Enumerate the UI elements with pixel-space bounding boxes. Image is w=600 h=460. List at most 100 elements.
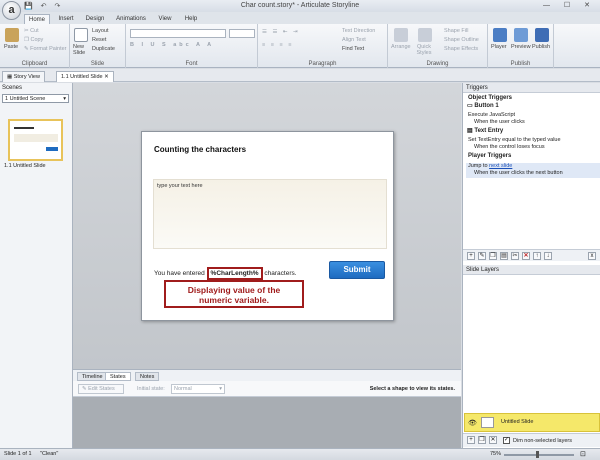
duplicate-layer-icon[interactable]: ❐ bbox=[478, 436, 486, 444]
slide-thumbnail[interactable] bbox=[8, 119, 63, 161]
list-buttons[interactable]: ☰ ☰ ⇤ ⇥ bbox=[262, 29, 300, 35]
document-tabs: ▦ Story View 1.1 Untitled Slide ✕ bbox=[0, 69, 600, 82]
initial-state-label: Initial state: bbox=[137, 386, 165, 392]
tab-design[interactable]: Design bbox=[82, 14, 108, 24]
slide-title[interactable]: Counting the characters bbox=[154, 145, 246, 154]
trigger-execute-js[interactable]: Execute JavaScript bbox=[468, 112, 515, 118]
duplicate-button[interactable]: Duplicate bbox=[92, 46, 115, 52]
window-controls[interactable]: — ☐ ✕ bbox=[543, 1, 596, 9]
publish-group: Player Preview Publish Publish bbox=[488, 24, 554, 68]
submit-button[interactable]: Submit bbox=[329, 261, 385, 279]
story-view-label: Story View bbox=[13, 74, 40, 80]
move-down-icon[interactable]: ↓ bbox=[544, 252, 552, 260]
trigger-object-button[interactable]: ▭ Button 1 bbox=[467, 102, 499, 109]
next-slide-link[interactable]: next slide bbox=[489, 163, 512, 169]
tab-notes[interactable]: Notes bbox=[135, 372, 160, 381]
scissors-icon: ✂ bbox=[24, 28, 29, 34]
initial-state-select[interactable]: Normal ▾ bbox=[171, 384, 225, 394]
cut-trigger-icon[interactable]: ✂ bbox=[511, 252, 519, 260]
variables-icon[interactable]: x bbox=[588, 252, 596, 260]
brush-icon: ✎ bbox=[24, 46, 29, 52]
paste-icon[interactable] bbox=[5, 28, 19, 42]
scene-select[interactable]: 1 Untitled Scene ▾ bbox=[2, 94, 69, 103]
copy-trigger-icon[interactable]: ❐ bbox=[489, 252, 497, 260]
shape-fill-button[interactable]: Shape Fill bbox=[444, 28, 468, 34]
new-slide-icon[interactable] bbox=[74, 28, 88, 42]
layout-button[interactable]: Layout bbox=[92, 28, 109, 34]
eye-icon[interactable]: 👁 bbox=[468, 419, 477, 427]
quick-styles-icon[interactable] bbox=[418, 28, 432, 42]
arrange-button[interactable]: Arrange bbox=[391, 44, 411, 50]
align-text-button[interactable]: Align Text bbox=[342, 37, 366, 43]
zoom-slider-thumb[interactable] bbox=[536, 451, 539, 458]
chevron-down-icon: ▾ bbox=[219, 386, 222, 392]
arrange-icon[interactable] bbox=[394, 28, 408, 42]
layer-row-base[interactable]: 👁 Untitled Slide bbox=[464, 413, 600, 432]
font-family-combo[interactable] bbox=[130, 29, 226, 38]
new-layer-icon[interactable]: + bbox=[467, 436, 475, 444]
slide-thumbnail-label: 1.1 Untitled Slide bbox=[4, 163, 46, 169]
zoom-slider[interactable] bbox=[504, 454, 574, 456]
tab-help[interactable]: Help bbox=[180, 14, 202, 24]
story-view-icon: ▦ bbox=[7, 74, 13, 80]
pencil-icon: ✎ bbox=[82, 386, 87, 392]
callout-annotation: Displaying value of the numeric variable… bbox=[164, 280, 304, 308]
font-style-buttons[interactable]: B I U S abc A A bbox=[130, 42, 214, 48]
character-count-text[interactable]: You have entered %CharLength% characters… bbox=[154, 267, 297, 280]
preview-button[interactable]: Preview bbox=[511, 44, 531, 50]
copy-button[interactable]: ❐ Copy bbox=[24, 37, 43, 43]
delete-trigger-icon[interactable]: ✕ bbox=[522, 252, 530, 260]
text-direction-button[interactable]: Text Direction bbox=[342, 28, 375, 34]
tab-story-view[interactable]: ▦ Story View bbox=[2, 71, 45, 82]
app-menu-button[interactable]: a bbox=[2, 1, 21, 20]
dim-layers-label: Dim non-selected layers bbox=[513, 438, 572, 444]
entered-suffix: characters. bbox=[264, 270, 297, 277]
move-up-icon[interactable]: ↑ bbox=[533, 252, 541, 260]
trigger-jump-to[interactable]: Jump to next slide bbox=[468, 163, 512, 169]
edit-trigger-icon[interactable]: ✎ bbox=[478, 252, 486, 260]
new-trigger-icon[interactable]: + bbox=[467, 252, 475, 260]
tab-states[interactable]: States bbox=[105, 372, 131, 381]
chevron-down-icon: ▾ bbox=[63, 96, 66, 102]
slide-layers-header: Slide Layers bbox=[463, 265, 600, 275]
button-object-label: Button 1 bbox=[474, 103, 499, 109]
reset-button[interactable]: Reset bbox=[92, 37, 106, 43]
player-icon[interactable] bbox=[493, 28, 507, 42]
close-icon[interactable]: ✕ bbox=[104, 74, 109, 80]
triggers-header: Triggers bbox=[463, 83, 600, 93]
delete-layer-icon[interactable]: ✕ bbox=[489, 436, 497, 444]
tab-insert[interactable]: Insert bbox=[54, 14, 78, 24]
format-painter-button[interactable]: ✎ Format Painter bbox=[24, 46, 67, 52]
tab-view[interactable]: View bbox=[154, 14, 176, 24]
new-slide-button[interactable]: New Slide bbox=[73, 44, 91, 56]
fit-to-window-icon[interactable]: ⊡ bbox=[580, 450, 586, 458]
trigger-set-variable[interactable]: Set TextEntry equal to the typed value bbox=[468, 137, 561, 143]
ribbon: Paste ✂ Cut ❐ Copy ✎ Format Painter Clip… bbox=[0, 24, 600, 68]
publish-button[interactable]: Publish bbox=[532, 44, 550, 50]
quick-styles-button[interactable]: Quick Styles bbox=[414, 44, 434, 56]
edit-states-label: Edit States bbox=[88, 386, 115, 392]
publish-icon[interactable] bbox=[535, 28, 549, 42]
states-panel: Timeline States Notes ✎ Edit States Init… bbox=[73, 369, 461, 449]
tab-animations[interactable]: Animations bbox=[112, 14, 150, 24]
shape-outline-button[interactable]: Shape Outline bbox=[444, 37, 479, 43]
tab-home[interactable]: Home bbox=[24, 14, 50, 24]
align-buttons[interactable]: ≡ ≡ ≡ ≡ bbox=[262, 42, 293, 48]
cut-button[interactable]: ✂ Cut bbox=[24, 28, 39, 34]
drawing-group-label: Drawing bbox=[426, 61, 449, 67]
player-button[interactable]: Player bbox=[491, 44, 507, 50]
trigger-object-text-entry[interactable]: ▤ Text Entry bbox=[467, 127, 503, 134]
paste-trigger-icon[interactable]: ▤ bbox=[500, 252, 508, 260]
edit-states-button[interactable]: ✎ Edit States bbox=[78, 384, 124, 394]
find-text-button[interactable]: Find Text bbox=[342, 46, 364, 52]
preview-icon[interactable] bbox=[514, 28, 528, 42]
text-entry-field[interactable]: type your text here bbox=[153, 179, 387, 249]
paste-button[interactable]: Paste bbox=[4, 44, 18, 50]
font-size-combo[interactable] bbox=[229, 29, 255, 38]
tab-untitled-slide[interactable]: 1.1 Untitled Slide ✕ bbox=[56, 71, 114, 82]
button-object-icon: ▭ bbox=[467, 103, 473, 109]
dim-layers-checkbox[interactable]: ✓ bbox=[503, 437, 510, 444]
shape-effects-button[interactable]: Shape Effects bbox=[444, 46, 478, 52]
triggers-panel: Triggers Object Triggers ▭ Button 1 Exec… bbox=[462, 83, 600, 265]
tab-timeline[interactable]: Timeline bbox=[77, 372, 108, 381]
